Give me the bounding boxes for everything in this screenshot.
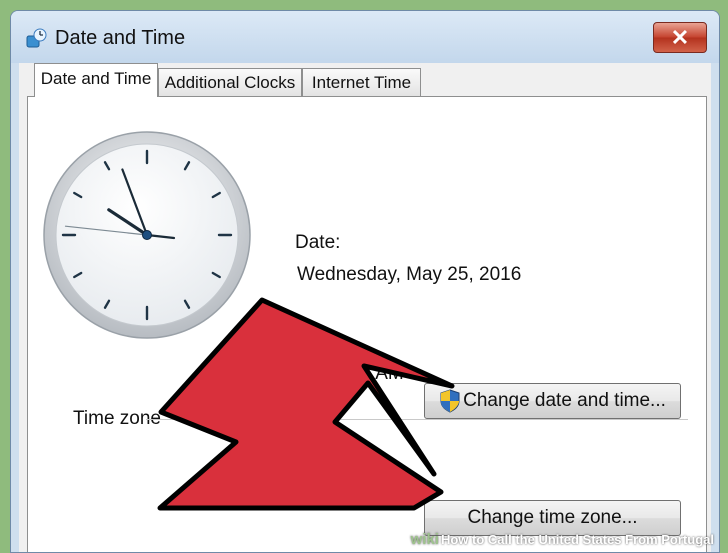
tab-label: Additional Clocks [164,73,296,92]
time-zone-divider [146,419,688,420]
close-icon: ✕ [670,24,690,50]
tab-label: Date and Time [40,69,152,88]
change-date-time-label: Change date and time... [463,390,666,411]
dialog-client-area: Date and Time Additional Clocks Internet… [19,63,711,552]
datetime-icon [26,28,47,48]
window-title: Date and Time [55,27,186,49]
date-value: Wednesday, May 25, 2016 [297,264,522,285]
time-value: 10:50:46 AM [297,363,404,384]
clock-icon [43,131,251,339]
date-time-panel: Date: Wednesday, May 25, 2016 Time: 10:5… [27,96,707,552]
watermark-caption: wiki How to Call the United States From P… [0,531,728,551]
date-label: Date: [295,232,341,253]
tab-date-and-time[interactable]: Date and Time [34,63,158,97]
time-label: Time: [295,330,342,351]
caption-brand: wiki [410,531,439,548]
close-button[interactable]: ✕ [653,22,707,53]
tab-internet-time[interactable]: Internet Time [302,68,421,96]
change-time-zone-label: Change time zone... [467,507,638,528]
caption-text: How to Call the United States From Portu… [440,532,714,547]
uac-shield-icon [440,389,460,413]
change-date-time-button[interactable]: Change date and time... [424,383,681,419]
title-bar[interactable]: Date and Time ✕ [11,11,719,63]
tab-additional-clocks[interactable]: Additional Clocks [158,68,302,96]
tab-label: Internet Time [311,73,412,92]
date-time-dialog: Date and Time ✕ Date and Time Additional… [10,10,720,553]
